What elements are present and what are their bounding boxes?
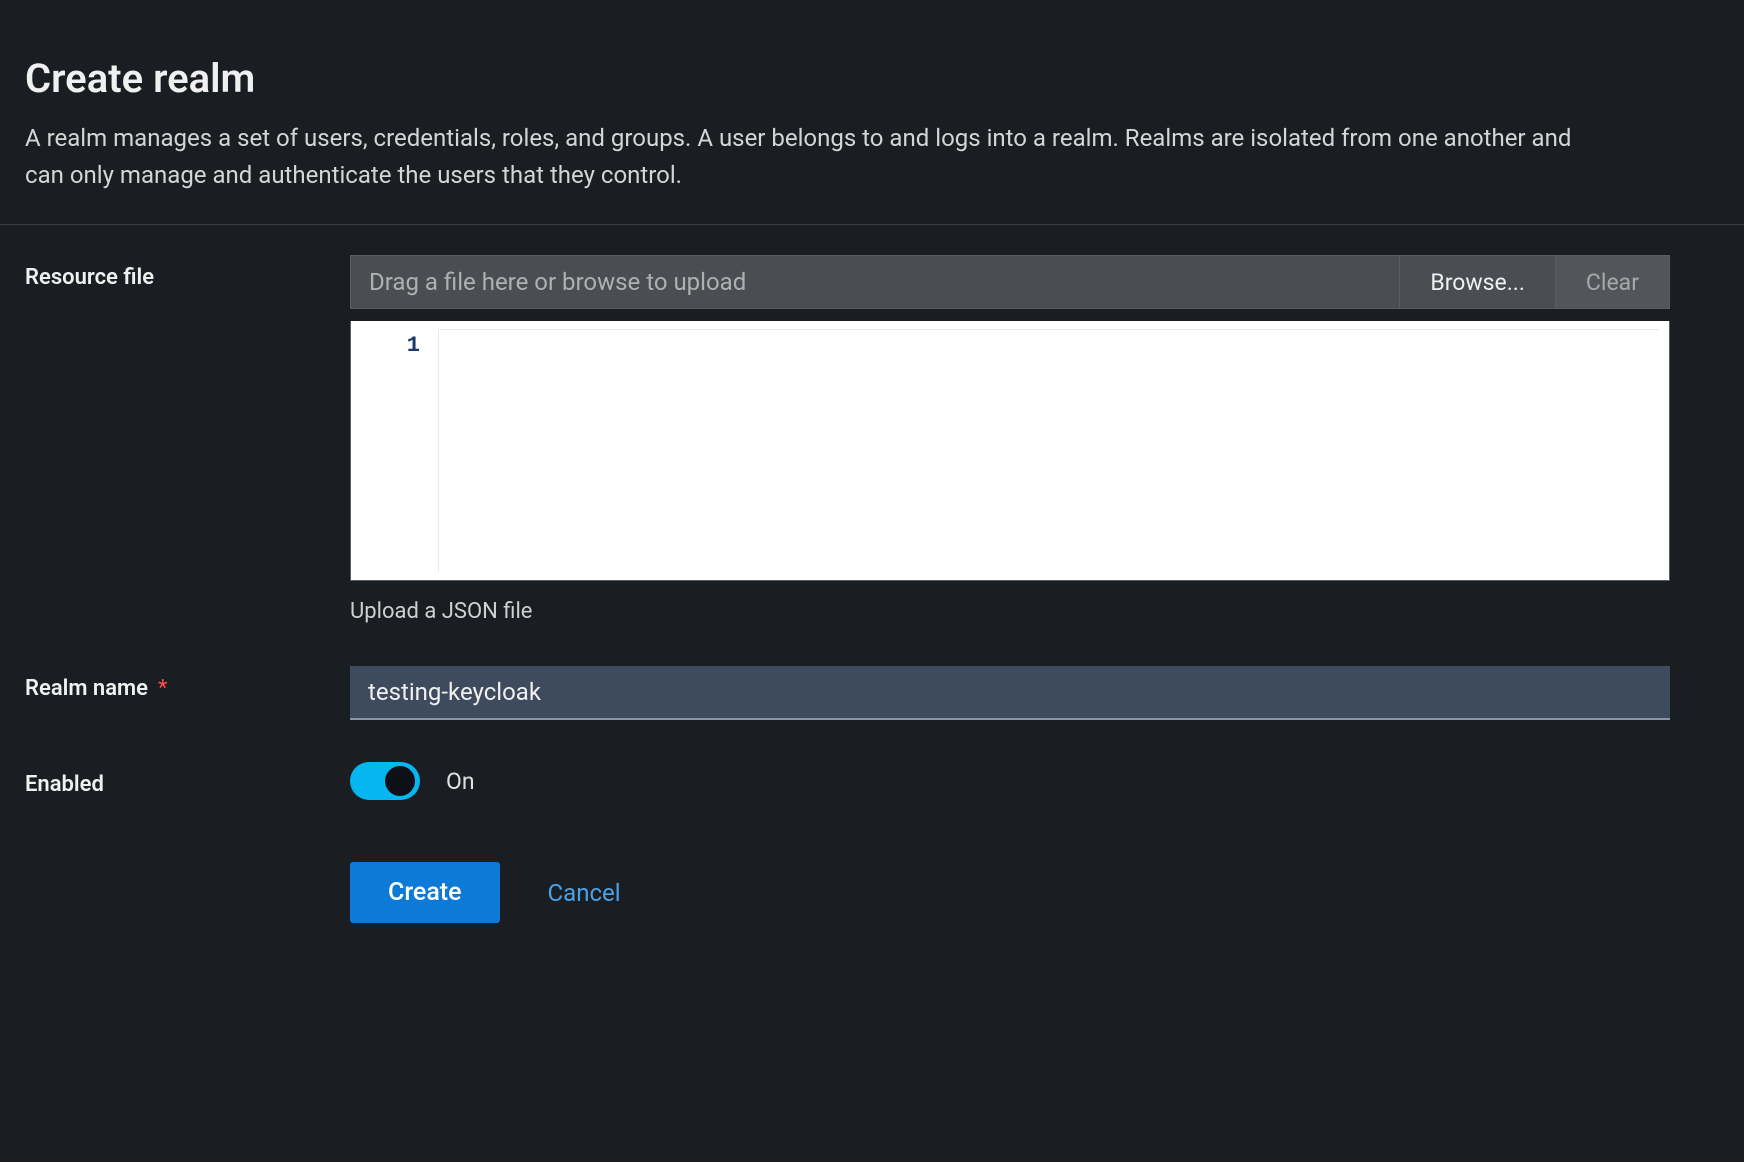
enabled-toggle[interactable] xyxy=(350,762,420,800)
enabled-label: Enabled xyxy=(25,772,104,797)
enabled-control: On xyxy=(350,762,1670,800)
line-number: 1 xyxy=(361,333,420,358)
cancel-button[interactable]: Cancel xyxy=(548,879,621,907)
resource-file-row: Resource file Drag a file here or browse… xyxy=(25,255,1719,624)
file-drop-zone[interactable]: Drag a file here or browse to upload xyxy=(351,256,1399,308)
resource-file-label-col: Resource file xyxy=(25,255,350,290)
create-button[interactable]: Create xyxy=(350,862,500,923)
form-area: Resource file Drag a file here or browse… xyxy=(0,225,1744,953)
page-title: Create realm xyxy=(25,55,1719,102)
realm-name-row: Realm name * xyxy=(25,666,1719,720)
required-indicator: * xyxy=(158,676,167,701)
realm-name-control xyxy=(350,666,1670,720)
page-header: Create realm A realm manages a set of us… xyxy=(0,0,1744,225)
resource-file-label: Resource file xyxy=(25,265,154,290)
file-upload-bar: Drag a file here or browse to upload Bro… xyxy=(350,255,1670,309)
code-content[interactable] xyxy=(440,329,1659,572)
enabled-state-label: On xyxy=(446,768,475,795)
browse-button[interactable]: Browse... xyxy=(1399,256,1555,308)
resource-file-helper: Upload a JSON file xyxy=(350,599,1670,624)
toggle-row: On xyxy=(350,762,1670,800)
enabled-label-col: Enabled xyxy=(25,762,350,797)
realm-name-label: Realm name xyxy=(25,676,148,701)
realm-name-label-col: Realm name * xyxy=(25,666,350,701)
toggle-knob xyxy=(385,766,415,796)
code-gutter: 1 xyxy=(361,329,439,572)
code-editor[interactable]: 1 xyxy=(350,321,1670,581)
enabled-row: Enabled On xyxy=(25,762,1719,800)
action-buttons: Create Cancel xyxy=(350,862,1719,923)
clear-button[interactable]: Clear xyxy=(1555,256,1669,308)
page-description: A realm manages a set of users, credenti… xyxy=(25,120,1585,194)
realm-name-input[interactable] xyxy=(350,666,1670,720)
resource-file-control: Drag a file here or browse to upload Bro… xyxy=(350,255,1670,624)
